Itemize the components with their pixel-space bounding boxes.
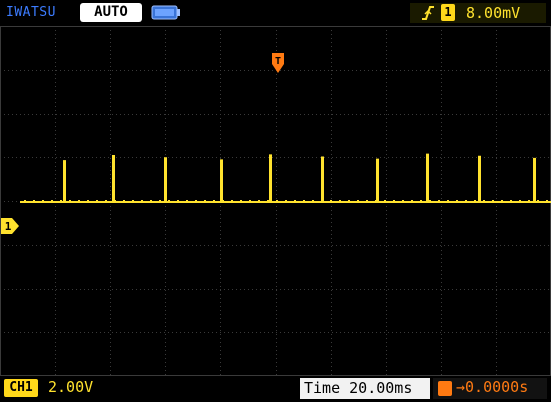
- trace-noise: [384, 200, 386, 203]
- trace-noise: [447, 200, 449, 203]
- trace-noise: [186, 200, 188, 203]
- trigger-delay-icon: [438, 381, 452, 396]
- trace-noise: [456, 200, 458, 203]
- trace-noise: [303, 200, 305, 203]
- trace-noise: [60, 200, 62, 203]
- trace-noise: [159, 200, 161, 203]
- trace-noise: [276, 200, 278, 203]
- trace-noise: [339, 200, 341, 203]
- trigger-delay-readout: →0.0000s: [456, 378, 529, 396]
- trace-noise: [501, 200, 503, 203]
- trace-noise: [240, 200, 242, 203]
- trace-noise: [78, 200, 80, 203]
- trace-noise: [474, 200, 476, 203]
- timebase-panel[interactable]: Time 20.00ms: [300, 378, 430, 399]
- trace-noise: [366, 200, 368, 203]
- ch1-ground-marker-icon[interactable]: 1: [0, 217, 20, 235]
- trace-noise: [114, 200, 116, 203]
- trace-noise: [294, 200, 296, 203]
- trace-noise: [177, 200, 179, 203]
- bottom-status-bar: CH1 2.00V Time 20.00ms →0.0000s: [0, 376, 551, 402]
- trigger-channel-badge: 1: [441, 4, 455, 21]
- trace-noise: [150, 200, 152, 203]
- trace-noise: [33, 200, 35, 203]
- trace-noise: [483, 200, 485, 203]
- trace-noise: [123, 200, 125, 203]
- trace-noise: [492, 200, 494, 203]
- ch1-waveform: [20, 153, 551, 203]
- brand-label: IWATSU: [6, 5, 56, 20]
- trace-noise: [231, 200, 233, 203]
- trace-noise: [204, 200, 206, 203]
- trace-noise: [402, 200, 404, 203]
- trace-noise: [420, 200, 422, 203]
- trace-noise: [357, 200, 359, 203]
- trigger-position-marker-icon[interactable]: T: [271, 52, 285, 74]
- trigger-level-readout: 8.00mV: [466, 4, 521, 22]
- battery-icon: [151, 5, 180, 20]
- trace-noise: [528, 200, 530, 203]
- ch1-trace-line: [20, 153, 551, 203]
- trace-noise: [312, 200, 314, 203]
- acquisition-mode-badge[interactable]: AUTO: [80, 3, 142, 22]
- trace-noise: [267, 200, 269, 203]
- trace-noise: [141, 200, 143, 203]
- trace-noise: [429, 200, 431, 203]
- trace-noise: [546, 200, 548, 203]
- ch1-badge[interactable]: CH1: [4, 379, 38, 397]
- trace-noise: [465, 200, 467, 203]
- trace-noise: [330, 200, 332, 203]
- trace-noise: [510, 200, 512, 203]
- trace-noise: [51, 200, 53, 203]
- trace-noise: [195, 200, 197, 203]
- trace-noise: [348, 200, 350, 203]
- svg-text:T: T: [275, 56, 281, 67]
- trace-noise: [105, 200, 107, 203]
- trace-noise: [393, 200, 395, 203]
- trace-noise: [69, 200, 71, 203]
- trace-noise: [321, 200, 323, 203]
- trace-noise: [24, 200, 26, 203]
- rising-edge-icon: [422, 6, 434, 20]
- trace-noise: [168, 200, 170, 203]
- waveform-screen[interactable]: T 1: [0, 26, 551, 376]
- trace-noise: [87, 200, 89, 203]
- trace-noise: [96, 200, 98, 203]
- svg-text:1: 1: [5, 220, 12, 233]
- waveform-svg: [0, 26, 551, 376]
- trace-noise: [132, 200, 134, 203]
- trace-noise: [537, 200, 539, 203]
- trace-noise: [249, 200, 251, 203]
- acquisition-mode-label: AUTO: [94, 4, 128, 20]
- trace-noise: [411, 200, 413, 203]
- trace-noise: [375, 200, 377, 203]
- trace-noise: [42, 200, 44, 203]
- trace-noise: [258, 200, 260, 203]
- ch1-volts-per-div: 2.00V: [48, 378, 94, 396]
- timebase-readout: Time 20.00ms: [304, 379, 413, 397]
- top-status-bar: IWATSU AUTO 1 8.00mV: [0, 0, 551, 26]
- trace-noise: [213, 200, 215, 203]
- ch1-badge-label: CH1: [9, 380, 33, 395]
- trace-noise: [519, 200, 521, 203]
- trace-noise: [438, 200, 440, 203]
- trace-noise: [285, 200, 287, 203]
- trace-noise: [222, 200, 224, 203]
- oscilloscope-display: IWATSU AUTO 1 8.00mV T 1 CH1 2.00V Time …: [0, 0, 551, 402]
